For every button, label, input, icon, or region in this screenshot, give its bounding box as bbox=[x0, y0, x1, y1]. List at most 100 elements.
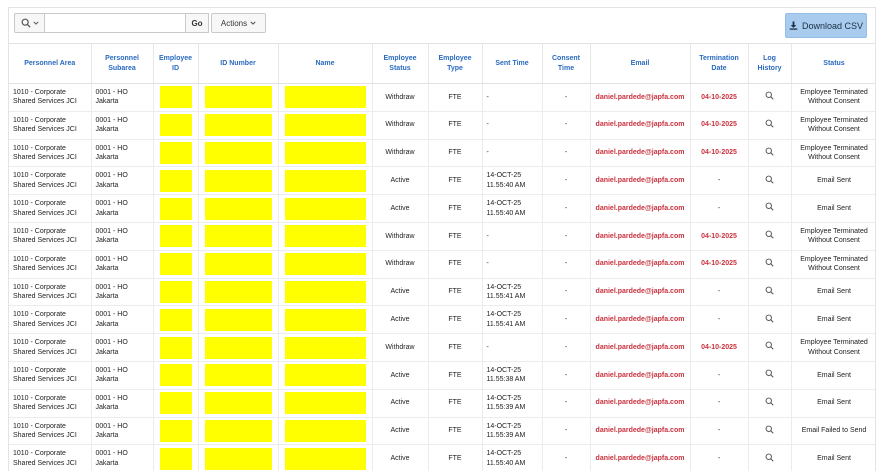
column-header[interactable]: Status bbox=[791, 43, 875, 84]
name-cell bbox=[278, 139, 373, 168]
search-input[interactable] bbox=[45, 13, 186, 33]
magnifier-icon[interactable] bbox=[765, 202, 774, 214]
go-button[interactable]: Go bbox=[186, 13, 209, 33]
log-history-cell[interactable] bbox=[748, 444, 792, 471]
download-csv-button[interactable]: Download CSV bbox=[785, 13, 867, 38]
column-header[interactable]: ID Number bbox=[198, 43, 279, 84]
employee-id-cell bbox=[153, 417, 199, 446]
consent-time-cell: - bbox=[542, 278, 591, 307]
personnel-subarea-cell: 0001 - HO Jakarta bbox=[91, 222, 154, 251]
redacted-block bbox=[159, 392, 192, 415]
employee-id-cell bbox=[153, 166, 199, 196]
log-history-cell[interactable] bbox=[748, 222, 792, 251]
log-history-cell[interactable] bbox=[748, 250, 792, 279]
search-icon bbox=[21, 18, 31, 28]
email-cell: daniel.pardede@japfa.com bbox=[590, 222, 691, 251]
redacted-block bbox=[204, 419, 272, 442]
magnifier-icon[interactable] bbox=[765, 314, 774, 326]
log-history-cell[interactable] bbox=[748, 417, 792, 446]
employee-type-cell: FTE bbox=[428, 222, 483, 251]
employee-id-cell bbox=[153, 139, 199, 168]
log-history-cell[interactable] bbox=[748, 389, 792, 418]
employee-status-cell: Withdraw bbox=[372, 139, 429, 168]
table-row: 1010 - Corporate Shared Services JCI 0001… bbox=[9, 222, 875, 251]
column-header[interactable]: Consent Time bbox=[542, 43, 591, 84]
personnel-subarea-cell: 0001 - HO Jakarta bbox=[91, 139, 154, 168]
log-history-cell[interactable] bbox=[748, 361, 792, 390]
column-header[interactable]: Email bbox=[590, 43, 691, 84]
employee-status-cell: Withdraw bbox=[372, 222, 429, 251]
personnel-subarea-cell: 0001 - HO Jakarta bbox=[91, 194, 154, 223]
log-history-cell[interactable] bbox=[748, 166, 792, 196]
log-history-cell[interactable] bbox=[748, 139, 792, 168]
column-header[interactable]: Personnel Subarea bbox=[91, 43, 154, 84]
consent-time-cell: - bbox=[542, 333, 591, 362]
id-number-cell bbox=[198, 333, 279, 362]
download-csv-label: Download CSV bbox=[801, 20, 864, 31]
column-header[interactable]: Termination Date bbox=[690, 43, 749, 84]
id-number-cell bbox=[198, 83, 279, 112]
table-row: 1010 - Corporate Shared Services JCI 0001… bbox=[9, 250, 875, 279]
column-header[interactable]: Employee Status bbox=[372, 43, 429, 84]
log-history-cell[interactable] bbox=[748, 278, 792, 307]
column-header[interactable]: Name bbox=[278, 43, 373, 84]
log-history-cell[interactable] bbox=[748, 333, 792, 362]
magnifier-icon[interactable] bbox=[765, 286, 774, 298]
termination-date-cell: - bbox=[690, 278, 749, 307]
employee-type-cell: FTE bbox=[428, 139, 483, 168]
table-row: 1010 - Corporate Shared Services JCI 0001… bbox=[9, 361, 875, 390]
employee-status-cell: Active bbox=[372, 166, 429, 196]
name-cell bbox=[278, 250, 373, 279]
magnifier-icon[interactable] bbox=[765, 230, 774, 242]
magnifier-icon[interactable] bbox=[765, 397, 774, 409]
column-header[interactable]: Sent Time bbox=[482, 43, 543, 84]
status-cell: Email Sent bbox=[791, 444, 875, 471]
employee-type-cell: FTE bbox=[428, 417, 483, 446]
employee-type-cell: FTE bbox=[428, 305, 483, 335]
sent-time-cell: - bbox=[482, 333, 543, 362]
column-header[interactable]: Personnel Area bbox=[9, 43, 92, 84]
magnifier-icon[interactable] bbox=[765, 425, 774, 437]
status-cell: Employee Terminated Without Consent bbox=[791, 222, 875, 251]
termination-date-cell: 04-10-2025 bbox=[690, 250, 749, 279]
redacted-block bbox=[204, 447, 272, 470]
actions-label: Actions bbox=[220, 18, 248, 28]
redacted-block bbox=[159, 253, 192, 276]
log-history-cell[interactable] bbox=[748, 305, 792, 335]
employee-id-cell bbox=[153, 361, 199, 390]
employee-type-cell: FTE bbox=[428, 389, 483, 418]
magnifier-icon[interactable] bbox=[765, 341, 774, 353]
personnel-subarea-cell: 0001 - HO Jakarta bbox=[91, 417, 154, 446]
redacted-block bbox=[159, 114, 192, 137]
status-cell: Employee Terminated Without Consent bbox=[791, 139, 875, 168]
personnel-area-cell: 1010 - Corporate Shared Services JCI bbox=[9, 250, 92, 279]
magnifier-icon[interactable] bbox=[765, 119, 774, 131]
log-history-cell[interactable] bbox=[748, 194, 792, 223]
magnifier-icon[interactable] bbox=[765, 175, 774, 187]
sent-time-cell: 14-OCT-25 11.55:41 AM bbox=[482, 278, 543, 307]
search-column-button[interactable] bbox=[14, 13, 45, 33]
name-cell bbox=[278, 361, 373, 390]
email-cell: daniel.pardede@japfa.com bbox=[590, 166, 691, 196]
employee-type-cell: FTE bbox=[428, 166, 483, 196]
magnifier-icon[interactable] bbox=[765, 453, 774, 465]
magnifier-icon[interactable] bbox=[765, 369, 774, 381]
magnifier-icon[interactable] bbox=[765, 147, 774, 159]
log-history-cell[interactable] bbox=[748, 83, 792, 112]
actions-menu-button[interactable]: Actions bbox=[211, 13, 266, 33]
column-header[interactable]: Employee Type bbox=[428, 43, 483, 84]
id-number-cell bbox=[198, 250, 279, 279]
redacted-block bbox=[284, 197, 366, 220]
employee-id-cell bbox=[153, 111, 199, 140]
column-header[interactable]: Employee ID bbox=[153, 43, 199, 84]
chevron-down-icon bbox=[250, 21, 256, 25]
column-header[interactable]: Log History bbox=[748, 43, 792, 84]
magnifier-icon[interactable] bbox=[765, 91, 774, 103]
status-cell: Email Sent bbox=[791, 361, 875, 390]
magnifier-icon[interactable] bbox=[765, 258, 774, 270]
employee-status-cell: Active bbox=[372, 417, 429, 446]
chevron-down-icon bbox=[32, 21, 39, 25]
table-row: 1010 - Corporate Shared Services JCI 0001… bbox=[9, 333, 875, 362]
log-history-cell[interactable] bbox=[748, 111, 792, 140]
employee-id-cell bbox=[153, 250, 199, 279]
